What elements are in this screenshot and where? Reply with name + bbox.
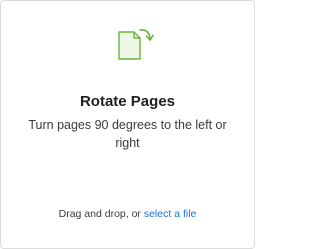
drop-instruction-text: Drag and drop, or bbox=[58, 208, 144, 220]
tool-title: Rotate Pages bbox=[79, 93, 176, 110]
rotate-pages-card[interactable]: Rotate Pages Turn pages 90 degrees to th… bbox=[0, 0, 255, 249]
select-file-link[interactable]: select a file bbox=[144, 208, 197, 220]
rotate-pages-icon bbox=[113, 25, 157, 61]
tool-description: Turn pages 90 degrees to the left or rig… bbox=[28, 118, 227, 150]
drop-zone-instructions: Drag and drop, or select a file bbox=[1, 207, 254, 221]
